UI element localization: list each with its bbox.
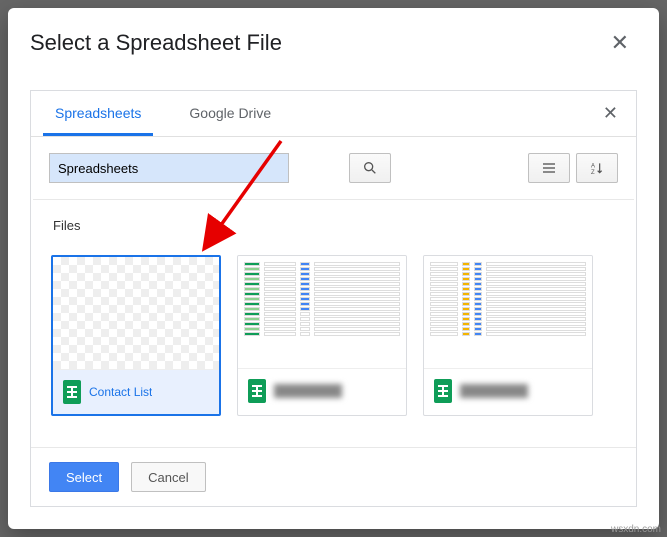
- dialog-title: Select a Spreadsheet File: [30, 30, 282, 56]
- close-icon[interactable]: ✕: [597, 99, 624, 128]
- files-scroll[interactable]: Files Contact List: [33, 200, 634, 447]
- sheets-icon: [248, 379, 266, 403]
- list-icon: [541, 160, 557, 176]
- file-card[interactable]: ████████: [237, 255, 407, 416]
- file-meta: ████████: [238, 368, 406, 413]
- tab-spreadsheets[interactable]: Spreadsheets: [43, 91, 153, 136]
- file-thumbnail: [424, 256, 592, 368]
- dialog-body: Spreadsheets Google Drive ✕: [8, 72, 659, 529]
- select-button[interactable]: Select: [49, 462, 119, 492]
- file-thumbnail: [238, 256, 406, 368]
- file-card-contact-list[interactable]: Contact List: [51, 255, 221, 416]
- file-card[interactable]: ████████: [423, 255, 593, 416]
- file-picker-dialog: Select a Spreadsheet File ✕ Spreadsheets…: [8, 8, 659, 529]
- search-button[interactable]: [349, 153, 391, 183]
- dialog-header: Select a Spreadsheet File ✕: [8, 8, 659, 72]
- sort-icon: A Z: [589, 160, 605, 176]
- close-icon[interactable]: ✕: [603, 26, 637, 60]
- file-thumbnail: [53, 257, 219, 369]
- toolbar: A Z: [31, 137, 636, 199]
- file-meta: ████████: [424, 368, 592, 413]
- tabs-row: Spreadsheets Google Drive ✕: [31, 91, 636, 137]
- file-name: ████████: [274, 384, 342, 398]
- file-meta: Contact List: [53, 369, 219, 414]
- svg-text:Z: Z: [591, 170, 595, 176]
- search-input[interactable]: [49, 153, 289, 183]
- files-section-label: Files: [53, 218, 616, 233]
- file-name: ████████: [460, 384, 528, 398]
- watermark: wsxdn.com: [611, 524, 661, 535]
- content-area: Files Contact List: [33, 199, 634, 447]
- file-name: Contact List: [89, 385, 152, 399]
- file-grid: Contact List: [51, 255, 616, 416]
- sheets-icon: [434, 379, 452, 403]
- picker-panel: Spreadsheets Google Drive ✕: [30, 90, 637, 507]
- button-bar: Select Cancel: [31, 447, 636, 506]
- list-view-button[interactable]: [528, 153, 570, 183]
- tab-google-drive[interactable]: Google Drive: [177, 91, 283, 136]
- sort-button[interactable]: A Z: [576, 153, 618, 183]
- svg-text:A: A: [591, 163, 595, 169]
- sheets-icon: [63, 380, 81, 404]
- search-icon: [362, 160, 378, 176]
- cancel-button[interactable]: Cancel: [131, 462, 205, 492]
